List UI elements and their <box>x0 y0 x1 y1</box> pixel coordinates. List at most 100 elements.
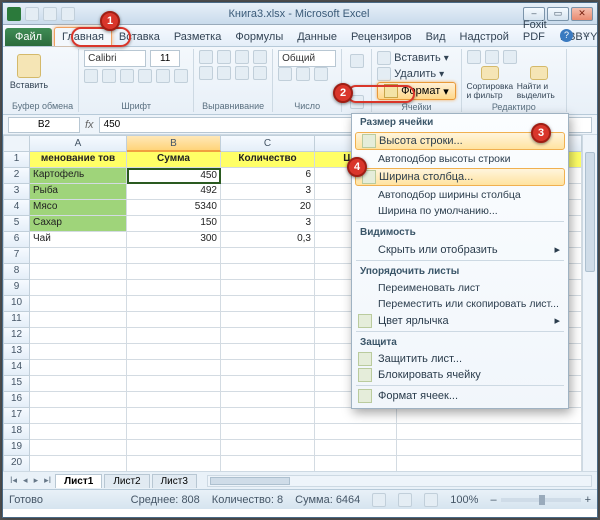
select-all-corner[interactable] <box>3 135 30 152</box>
align-bot-icon[interactable] <box>235 50 249 64</box>
menu-default-width[interactable]: Ширина по умолчанию... <box>352 203 568 219</box>
cond-fmt-icon[interactable] <box>350 54 364 68</box>
sheet-tab-2[interactable]: Лист2 <box>104 474 149 488</box>
redo-icon[interactable] <box>61 7 75 21</box>
sheet-nav-last[interactable]: ▸I <box>42 475 53 486</box>
align-left-icon[interactable] <box>199 66 213 80</box>
row-head[interactable]: 19 <box>3 440 30 456</box>
sheet-tab-3[interactable]: Лист3 <box>152 474 197 488</box>
font-size-combo[interactable]: 11 <box>150 50 180 67</box>
save-icon[interactable] <box>25 7 39 21</box>
font-name-combo[interactable]: Calibri <box>84 50 146 67</box>
wrap-icon[interactable] <box>253 50 267 64</box>
sheet-nav-prev[interactable]: ◂ <box>21 475 30 486</box>
find-select-button[interactable]: Найти и выделить <box>517 66 561 100</box>
tab-insert[interactable]: Вставка <box>112 28 167 46</box>
menu-hide-unhide[interactable]: Скрыть или отобразить▸ <box>352 241 568 258</box>
row-head[interactable]: 9 <box>3 280 30 296</box>
bold-icon[interactable] <box>84 69 98 83</box>
undo-icon[interactable] <box>43 7 57 21</box>
row-head[interactable]: 17 <box>3 408 30 424</box>
close-button[interactable]: ✕ <box>571 7 593 21</box>
autosum-icon[interactable] <box>467 50 481 64</box>
row-head[interactable]: 14 <box>3 360 30 376</box>
row-head[interactable]: 7 <box>3 248 30 264</box>
tab-home[interactable]: Главная <box>54 27 112 46</box>
row-head[interactable]: 8 <box>3 264 30 280</box>
row-head[interactable]: 20 <box>3 456 30 471</box>
row-head[interactable]: 11 <box>3 312 30 328</box>
horizontal-scrollbar[interactable] <box>207 475 592 487</box>
font-color-icon[interactable] <box>174 69 188 83</box>
align-mid-icon[interactable] <box>217 50 231 64</box>
fill-icon[interactable] <box>485 50 499 64</box>
ribbon: Вставить Буфер обмена Calibri 11 Шрифт <box>3 47 597 115</box>
sheet-tab-1[interactable]: Лист1 <box>55 474 102 488</box>
comma-icon[interactable] <box>314 67 328 81</box>
menu-rename-sheet[interactable]: Переименовать лист <box>352 280 568 296</box>
tab-view[interactable]: Вид <box>419 28 453 46</box>
merge-icon[interactable] <box>253 66 267 80</box>
row-head[interactable]: 15 <box>3 376 30 392</box>
view-normal-icon[interactable] <box>372 493 386 507</box>
zoom-slider[interactable]: –+ <box>490 494 591 506</box>
underline-icon[interactable] <box>120 69 134 83</box>
border-icon[interactable] <box>138 69 152 83</box>
row-head[interactable]: 10 <box>3 296 30 312</box>
cells-insert-button[interactable]: Вставить ▾ <box>377 50 456 66</box>
row-head[interactable]: 1 <box>3 152 30 168</box>
sheet-nav-next[interactable]: ▸ <box>32 475 41 486</box>
zoom-level[interactable]: 100% <box>450 494 478 506</box>
number-format-combo[interactable]: Общий <box>278 50 336 67</box>
row-head[interactable]: 5 <box>3 216 30 232</box>
tab-data[interactable]: Данные <box>290 28 344 46</box>
tab-formulas[interactable]: Формулы <box>228 28 290 46</box>
tab-file[interactable]: Файл <box>5 28 52 46</box>
menu-lock-cell[interactable]: Блокировать ячейку <box>352 367 568 383</box>
menu-protect-sheet[interactable]: Защитить лист... <box>352 351 568 367</box>
col-head-B[interactable]: B <box>127 135 221 152</box>
align-center-icon[interactable] <box>217 66 231 80</box>
row-head[interactable]: 13 <box>3 344 30 360</box>
view-break-icon[interactable] <box>424 493 438 507</box>
delete-cell-icon <box>377 67 391 81</box>
cells-delete-button[interactable]: Удалить ▾ <box>377 66 456 82</box>
percent-icon[interactable] <box>296 67 310 81</box>
row-head[interactable]: 4 <box>3 200 30 216</box>
col-head-C[interactable]: C <box>221 135 315 152</box>
sheet-nav-first[interactable]: I◂ <box>8 475 19 486</box>
vertical-scrollbar[interactable] <box>582 135 597 471</box>
collapse-ribbon-icon[interactable]: ▵ <box>584 29 589 40</box>
align-top-icon[interactable] <box>199 50 213 64</box>
menu-tab-color[interactable]: Цвет ярлычка▸ <box>352 312 568 329</box>
menu-autofit-col[interactable]: Автоподбор ширины столбца <box>352 187 568 203</box>
row-head[interactable]: 16 <box>3 392 30 408</box>
tab-color-icon <box>358 314 372 328</box>
menu-autofit-row[interactable]: Автоподбор высоты строки <box>352 151 568 167</box>
row-head[interactable]: 2 <box>3 168 30 184</box>
tab-foxit[interactable]: Foxit PDF <box>516 16 554 46</box>
col-head-A[interactable]: A <box>30 135 127 152</box>
row-head[interactable]: 3 <box>3 184 30 200</box>
currency-icon[interactable] <box>278 67 292 81</box>
align-right-icon[interactable] <box>235 66 249 80</box>
menu-move-copy[interactable]: Переместить или скопировать лист... <box>352 296 568 312</box>
row-head[interactable]: 18 <box>3 424 30 440</box>
menu-col-width[interactable]: Ширина столбца... <box>355 168 565 186</box>
cells-format-button[interactable]: Формат ▾ <box>377 82 456 100</box>
tab-layout[interactable]: Разметка <box>167 28 229 46</box>
sort-filter-button[interactable]: Сортировка и фильтр <box>467 66 513 100</box>
help-icon[interactable]: ? <box>560 29 573 42</box>
view-layout-icon[interactable] <box>398 493 412 507</box>
tab-addins[interactable]: Надстрой <box>453 28 516 46</box>
italic-icon[interactable] <box>102 69 116 83</box>
clear-icon[interactable] <box>503 50 517 64</box>
fill-color-icon[interactable] <box>156 69 170 83</box>
name-box[interactable]: B2 <box>8 117 80 133</box>
row-head[interactable]: 12 <box>3 328 30 344</box>
row-head[interactable]: 6 <box>3 232 30 248</box>
menu-format-cells[interactable]: Формат ячеек... <box>352 388 568 404</box>
fx-icon[interactable]: fx <box>85 119 94 131</box>
paste-button[interactable]: Вставить <box>12 50 46 94</box>
tab-review[interactable]: Рецензиров <box>344 28 419 46</box>
